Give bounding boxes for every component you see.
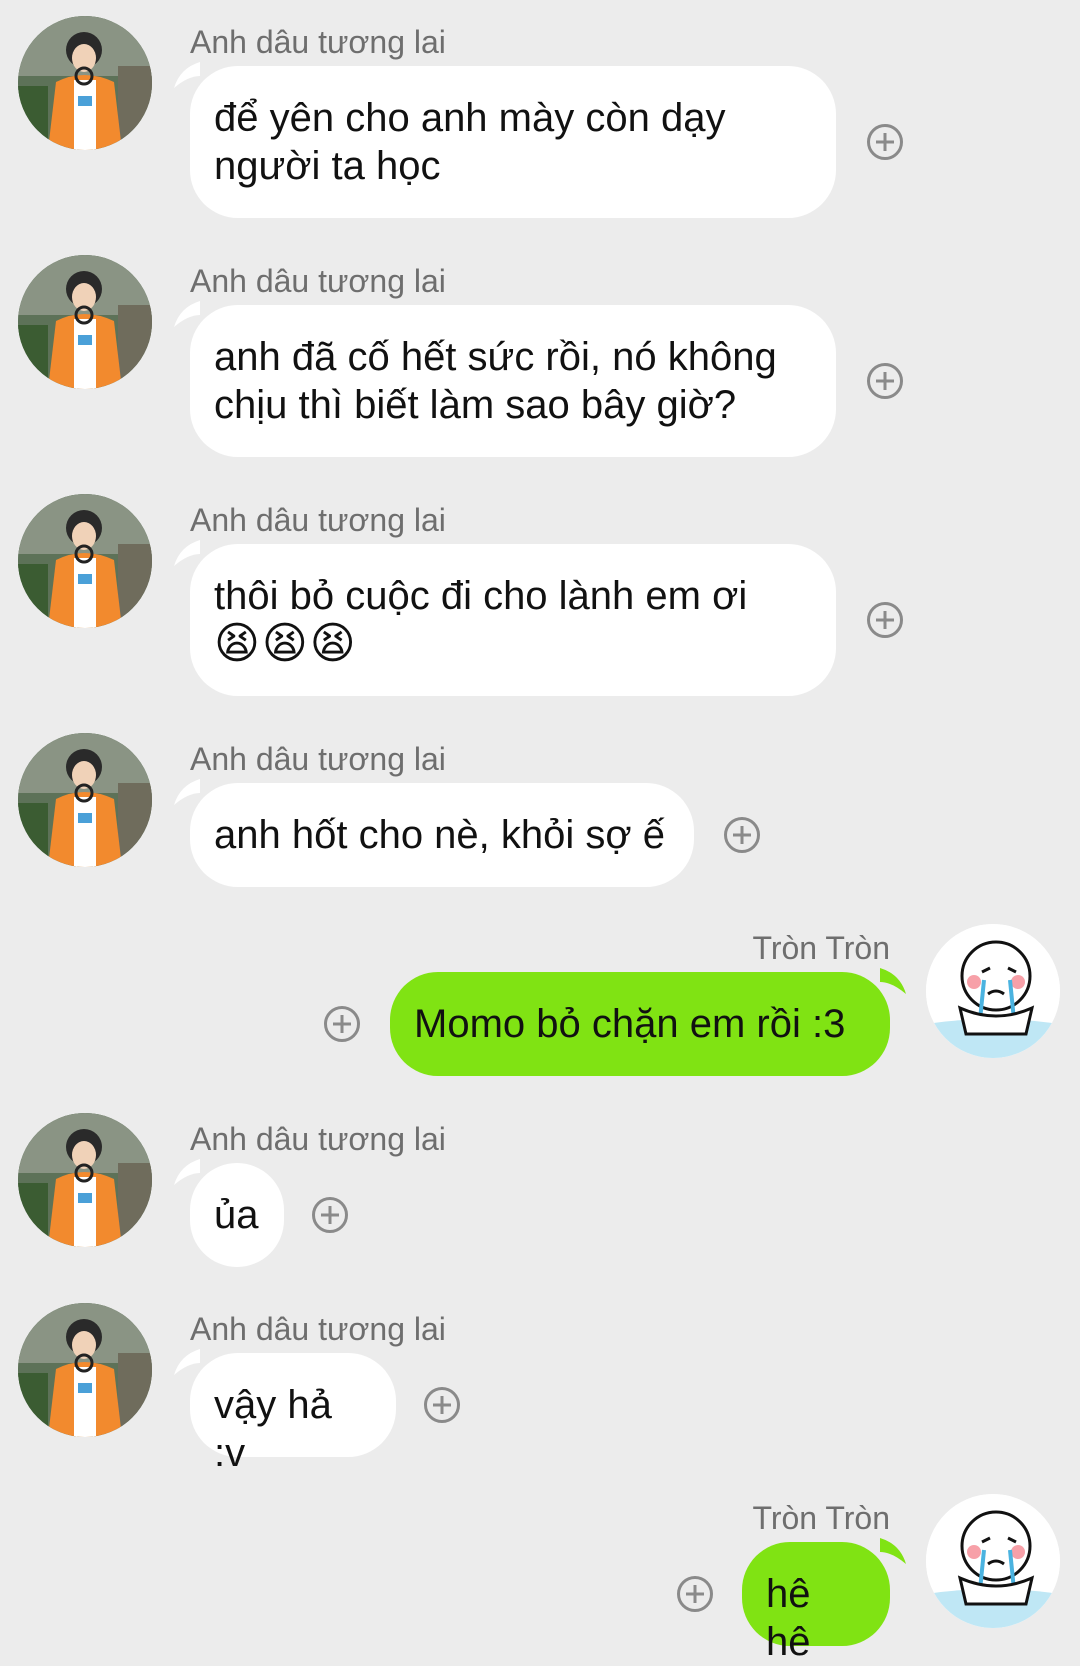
add-reaction-icon[interactable] [677,1576,713,1612]
user-avatar[interactable] [18,16,152,150]
bubble-tail [174,540,200,566]
message-bubble[interactable]: thôi bỏ cuộc đi cho lành em ơi 😫😫😫 [190,544,836,696]
user-avatar[interactable] [18,1113,152,1247]
user-avatar[interactable] [18,733,152,867]
sender-name: Anh dâu tương lai [190,263,446,299]
sender-name: Anh dâu tương lai [190,24,446,60]
add-reaction-icon[interactable] [867,363,903,399]
bubble-tail [174,1349,200,1375]
add-reaction-icon[interactable] [724,817,760,853]
sender-name: Anh dâu tương lai [190,1311,446,1347]
bubble-tail [174,62,200,88]
message-bubble[interactable]: để yên cho anh mày còn dạy người ta học [190,66,836,218]
sender-name: Anh dâu tương lai [190,1121,446,1157]
add-reaction-icon[interactable] [312,1197,348,1233]
message-text: để yên cho anh mày còn dạy người ta học [214,96,726,188]
message-text: vậy hả :v [214,1383,332,1475]
sender-name: Anh dâu tương lai [190,741,446,777]
sender-name: Anh dâu tương lai [190,502,446,538]
user-avatar[interactable] [18,494,152,628]
user-avatar[interactable] [18,255,152,389]
add-reaction-icon[interactable] [424,1387,460,1423]
user-avatar[interactable] [18,1303,152,1437]
crying-sticker-avatar[interactable] [926,924,1060,1058]
message-bubble[interactable]: hê hê [742,1542,890,1664]
add-reaction-icon[interactable] [867,602,903,638]
message-text: hê hê [766,1572,811,1664]
bubble-tail [880,968,906,994]
sender-name: Tròn Tròn [752,930,890,966]
add-reaction-icon[interactable] [867,124,903,160]
message-text: ủa [214,1193,259,1237]
emoji-group: 😫😫😫 [214,619,358,668]
bubble-tail [174,301,200,327]
message-bubble[interactable]: anh đã cố hết sức rồi, nó không chịu thì… [190,305,836,457]
message-bubble[interactable]: anh hốt cho nè, khỏi sợ ế [190,783,694,887]
message-text: thôi bỏ cuộc đi cho lành em ơi [214,574,748,618]
message-bubble[interactable]: Momo bỏ chặn em rồi :3 [390,972,890,1076]
message-text: Momo bỏ chặn em rồi :3 [414,1002,846,1046]
crying-sticker-avatar[interactable] [926,1494,1060,1628]
sender-name: Tròn Tròn [752,1500,890,1536]
bubble-tail [880,1538,906,1564]
bubble-tail [174,779,200,805]
bubble-tail [174,1159,200,1185]
message-text: anh đã cố hết sức rồi, nó không chịu thì… [214,335,777,427]
message-bubble[interactable]: vậy hả :v [190,1353,396,1475]
message-bubble[interactable]: ủa [190,1163,284,1267]
add-reaction-icon[interactable] [324,1006,360,1042]
message-text: anh hốt cho nè, khỏi sợ ế [214,813,665,857]
